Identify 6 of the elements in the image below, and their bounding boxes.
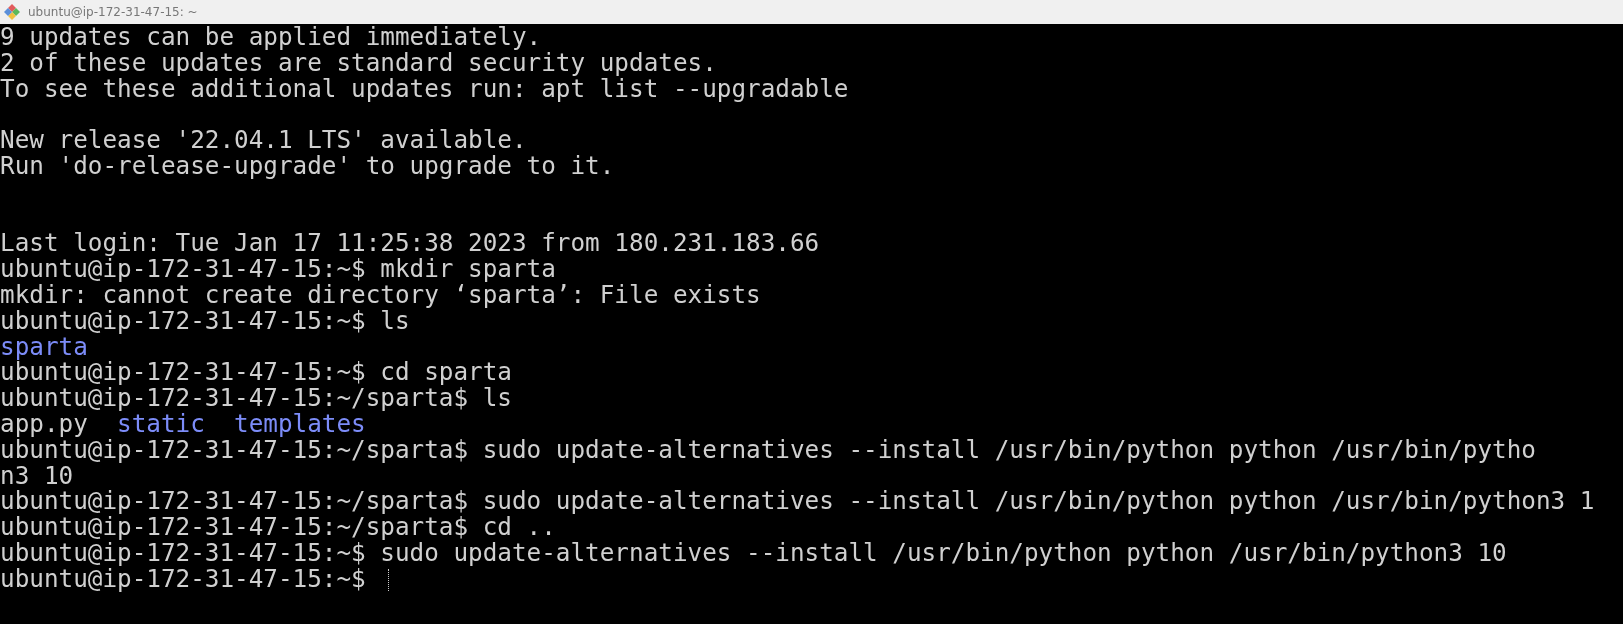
window-title: ubuntu@ip-172-31-47-15: ~ xyxy=(28,5,198,19)
terminal-text: Last login: Tue Jan 17 11:25:38 2023 from 180.231.183.66 xyxy=(0,228,820,258)
text-cursor xyxy=(387,568,389,591)
directory-name: templates xyxy=(234,408,366,438)
terminal-text: 9 updates can be applied immediately. xyxy=(0,24,542,51)
app-icon xyxy=(4,4,20,20)
